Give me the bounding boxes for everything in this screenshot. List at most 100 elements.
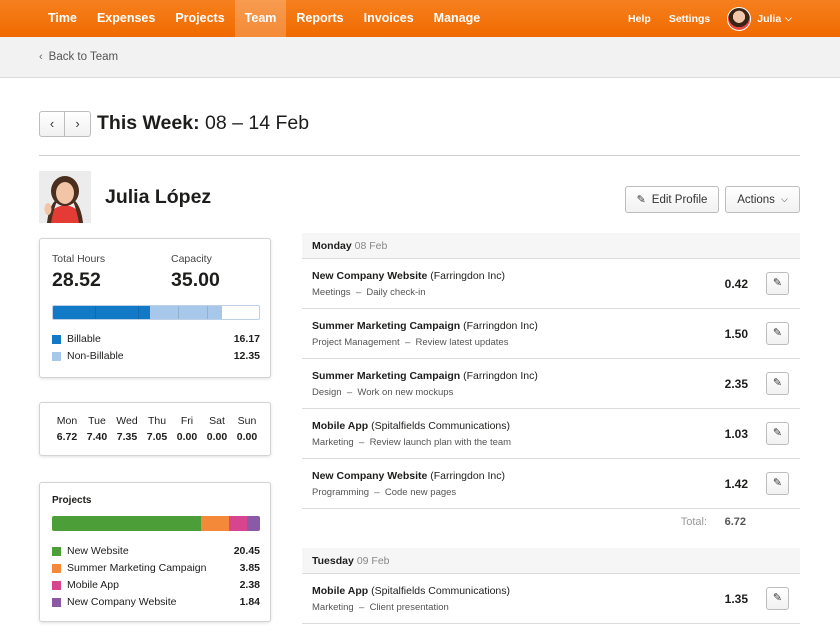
day-hours: 7.40 [86, 431, 108, 443]
day-hours: 0.00 [236, 431, 258, 443]
pencil-icon: ✎ [636, 194, 646, 206]
previous-week-button[interactable]: ‹ [39, 111, 65, 137]
day-column: Tue 7.40 [82, 415, 112, 443]
day-name: Fri [180, 415, 194, 427]
entry-task: Design – Work on new mockups [312, 387, 454, 398]
billable-legend: Billable 16.17 [52, 333, 260, 345]
entry-project-name: New Company Website [312, 270, 428, 282]
non-billable-swatch [52, 351, 61, 361]
entry-task-name: Project Management [312, 337, 400, 348]
day-date: 09 Feb [356, 555, 390, 567]
project-legend-row: New Company Website 1.84 [52, 596, 260, 608]
non-billable-bar-segment [149, 306, 222, 319]
hours-card: Total Hours 28.52 Capacity 35.00 Billabl… [39, 238, 271, 378]
week-prefix: This Week: [97, 112, 200, 134]
day-total-value: 6.72 [724, 516, 746, 528]
entry-project-name: Mobile App [312, 420, 369, 432]
nav-help[interactable]: Help [619, 13, 660, 25]
entry-client: (Farringdon Inc) [430, 270, 505, 282]
entry-task-name: Design [312, 387, 342, 398]
day-hours: 6.72 [56, 431, 78, 443]
day-name: Monday [312, 240, 352, 252]
entry-project-name: New Company Website [312, 470, 428, 482]
nav-right: Help Settings Julia ⌵ [619, 0, 840, 37]
avatar [727, 6, 752, 31]
page-title: This Week: 08 – 14 Feb [97, 112, 309, 135]
day-column: Wed 7.35 [112, 415, 142, 443]
edit-entry-button[interactable]: ✎ [766, 372, 789, 395]
actions-button[interactable]: Actions ⌵ [725, 186, 800, 213]
non-billable-label: Non-Billable [67, 350, 124, 362]
project-swatch [52, 597, 61, 607]
entry-project: Mobile App (Spitalfields Communications) [312, 585, 510, 597]
nav-reports[interactable]: Reports [286, 0, 353, 37]
entry-task: Project Management – Review latest updat… [312, 337, 509, 348]
edit-entry-button[interactable]: ✎ [766, 422, 789, 445]
entry-project: Summer Marketing Campaign (Farringdon In… [312, 320, 538, 332]
edit-profile-label: Edit Profile [651, 193, 708, 206]
user-name: Julia [757, 12, 782, 25]
actions-label: Actions [737, 193, 775, 206]
nav-expenses[interactable]: Expenses [87, 0, 165, 37]
project-hours: 3.85 [239, 562, 260, 574]
day-total-label: Total: [680, 516, 707, 528]
entry-project: New Company Website (Farringdon Inc) [312, 270, 505, 282]
projects-bar [52, 516, 260, 531]
nav-team[interactable]: Team [234, 0, 287, 37]
entry-task-name: Meetings [312, 287, 351, 298]
profile-photo [39, 171, 91, 223]
edit-entry-button[interactable]: ✎ [766, 272, 789, 295]
entry-client: (Farringdon Inc) [430, 470, 505, 482]
day-column: Sat 0.00 [202, 415, 232, 443]
entry-hours: 1.42 [724, 477, 748, 491]
day-name: Wed [116, 415, 138, 427]
next-week-button[interactable]: › [65, 111, 91, 137]
non-billable-legend: Non-Billable 12.35 [52, 350, 260, 362]
nav-invoices[interactable]: Invoices [354, 0, 424, 37]
day-header-monday: Monday 08 Feb [302, 233, 800, 259]
entry-note: Client presentation [369, 602, 449, 613]
day-name: Tue [88, 415, 106, 427]
total-hours-label: Total Hours [52, 253, 106, 265]
back-to-team-link[interactable]: ‹ Back to Team [39, 51, 118, 63]
time-entry-row: Mobile App (Spitalfields Communications)… [302, 574, 800, 624]
nav-projects[interactable]: Projects [165, 0, 234, 37]
edit-entry-button[interactable]: ✎ [766, 472, 789, 495]
project-name: Summer Marketing Campaign [67, 562, 207, 574]
entry-hours: 1.35 [724, 592, 748, 606]
day-name: Sun [237, 415, 257, 427]
entry-hours: 0.42 [724, 277, 748, 291]
time-entry-row: Mobile App (Spitalfields Communications)… [302, 409, 800, 459]
capacity-bar [52, 305, 260, 320]
edit-entry-button[interactable]: ✎ [766, 322, 789, 345]
edit-entry-button[interactable]: ✎ [766, 587, 789, 610]
project-name: Mobile App [67, 579, 119, 591]
capacity-label: Capacity [171, 253, 212, 265]
capacity-value: 35.00 [171, 269, 220, 291]
entry-project: New Company Website (Farringdon Inc) [312, 470, 505, 482]
billable-label: Billable [67, 333, 101, 345]
nav-settings[interactable]: Settings [660, 13, 719, 25]
entry-project: Summer Marketing Campaign (Farringdon In… [312, 370, 538, 382]
entry-note: Review latest updates [415, 337, 509, 348]
chevron-left-icon: ‹ [39, 51, 43, 63]
nav-time[interactable]: Time [0, 0, 87, 37]
edit-profile-button[interactable]: ✎ Edit Profile [625, 186, 719, 213]
project-legend-row: Mobile App 2.38 [52, 579, 260, 591]
week-nav: ‹ › [39, 111, 91, 137]
day-column: Thu 7.05 [142, 415, 172, 443]
chevron-down-icon: ⌵ [780, 194, 788, 204]
entry-note: Code new pages [384, 487, 457, 498]
day-name: Thu [147, 415, 167, 427]
daily-hours-card: Mon 6.72 Tue 7.40 Wed 7.35 Thu 7.05 Fri 0.00 … [39, 402, 271, 456]
pencil-icon: ✎ [772, 427, 783, 439]
pencil-icon: ✎ [772, 327, 783, 339]
entry-task-name: Marketing [312, 437, 354, 448]
nav-manage[interactable]: Manage [424, 0, 491, 37]
entry-project-name: Summer Marketing Campaign [312, 370, 461, 382]
entry-client: (Spitalfields Communications) [371, 585, 510, 597]
project-legend-row: New Website 20.45 [52, 545, 260, 557]
user-menu[interactable]: Julia ⌵ [719, 6, 840, 31]
time-entry-row: New Company Website (Farringdon Inc) Pro… [302, 459, 800, 509]
daily-hours-grid: Mon 6.72 Tue 7.40 Wed 7.35 Thu 7.05 Fri 0.00 … [52, 415, 262, 443]
